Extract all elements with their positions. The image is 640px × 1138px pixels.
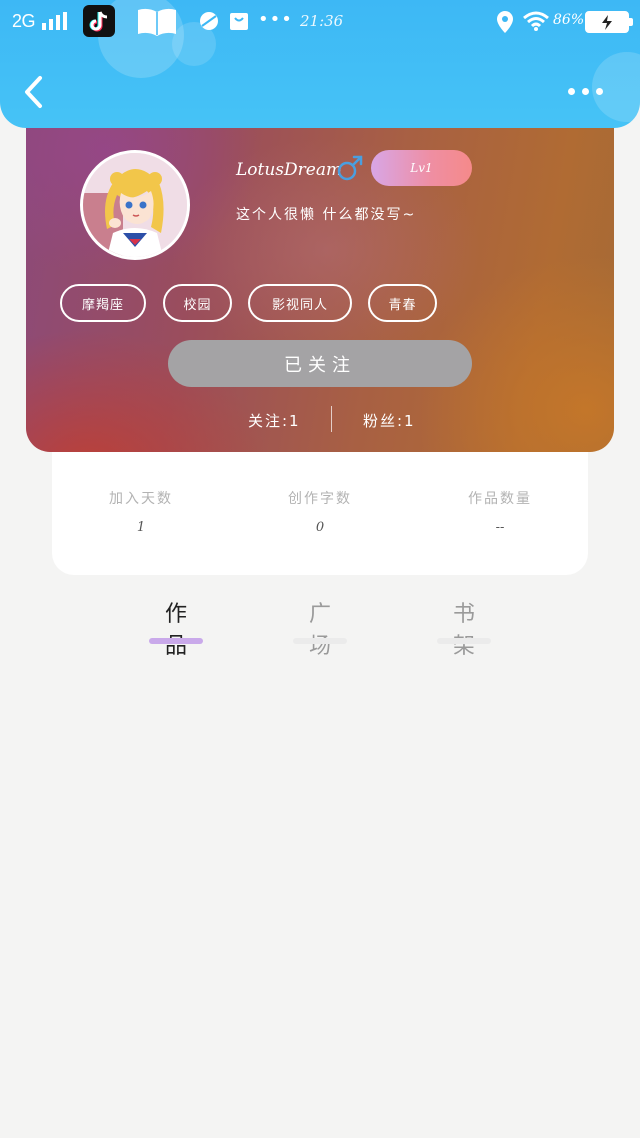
username: LotusDream [236,160,343,180]
signal-icon [42,12,67,30]
follow-button[interactable]: 已关注 [168,340,472,387]
tag-chip[interactable]: 校园 [163,284,232,322]
network-type: 2G [12,11,36,31]
level-badge: Lv1 [371,150,472,186]
avatar[interactable] [80,150,190,260]
follow-stats: 关注:1 粉丝:1 [26,406,614,434]
more-button[interactable] [562,76,608,106]
wifi-icon [523,11,549,31]
tab-works[interactable]: 作品 [146,596,206,660]
tab-label: 作品 [164,602,193,659]
book-icon [138,8,176,36]
back-button[interactable] [22,74,46,110]
tab-indicator [149,638,203,644]
male-icon [337,155,363,181]
tab-indicator [437,638,491,644]
clock: 21:36 [300,12,344,30]
top-header: 2G ••• 21:36 86% [0,0,640,128]
battery-charging-icon [585,11,633,33]
tab-label: 广场 [308,602,337,659]
more-notifications: ••• [258,9,293,30]
stat-works-count: 作品数量 -- [420,488,580,535]
pill-icon [200,12,218,30]
stat-days-joined: 加入天数 1 [61,488,221,535]
tab-bar: 作品 广场 书架 [0,596,640,659]
tab-content [0,660,640,1138]
location-icon [497,11,513,33]
more-dot [567,87,575,95]
tiktok-icon [83,5,115,37]
following-count[interactable]: 关注:1 [248,410,301,431]
stat-value: -- [495,520,505,535]
stat-label: 加入天数 [109,491,173,507]
status-bar: 2G ••• 21:36 86% [0,0,640,44]
tag-chip[interactable]: 影视同人 [248,284,352,322]
tab-square[interactable]: 广场 [290,596,350,660]
user-bio: 这个人很懒 什么都没写~ [236,207,417,223]
bag-icon [230,13,248,30]
more-dot [581,87,589,95]
battery-percent: 86% [553,12,585,28]
stat-label: 作品数量 [468,491,532,507]
profile-card: LotusDream Lv1 这个人很懒 什么都没写~ 摩羯座 校园 影视同人 … [26,110,614,452]
more-dot [595,87,603,95]
stat-label: 创作字数 [288,491,352,507]
tab-indicator [293,638,347,644]
tab-label: 书架 [452,602,481,659]
divider [331,406,332,432]
tab-bookshelf[interactable]: 书架 [434,596,494,660]
stat-word-count: 创作字数 0 [240,488,400,535]
tag-chip[interactable]: 摩羯座 [60,284,146,322]
tag-chip[interactable]: 青春 [368,284,437,322]
stat-value: 0 [315,520,325,535]
stat-value: 1 [136,520,146,535]
fans-count[interactable]: 粉丝:1 [363,410,416,431]
